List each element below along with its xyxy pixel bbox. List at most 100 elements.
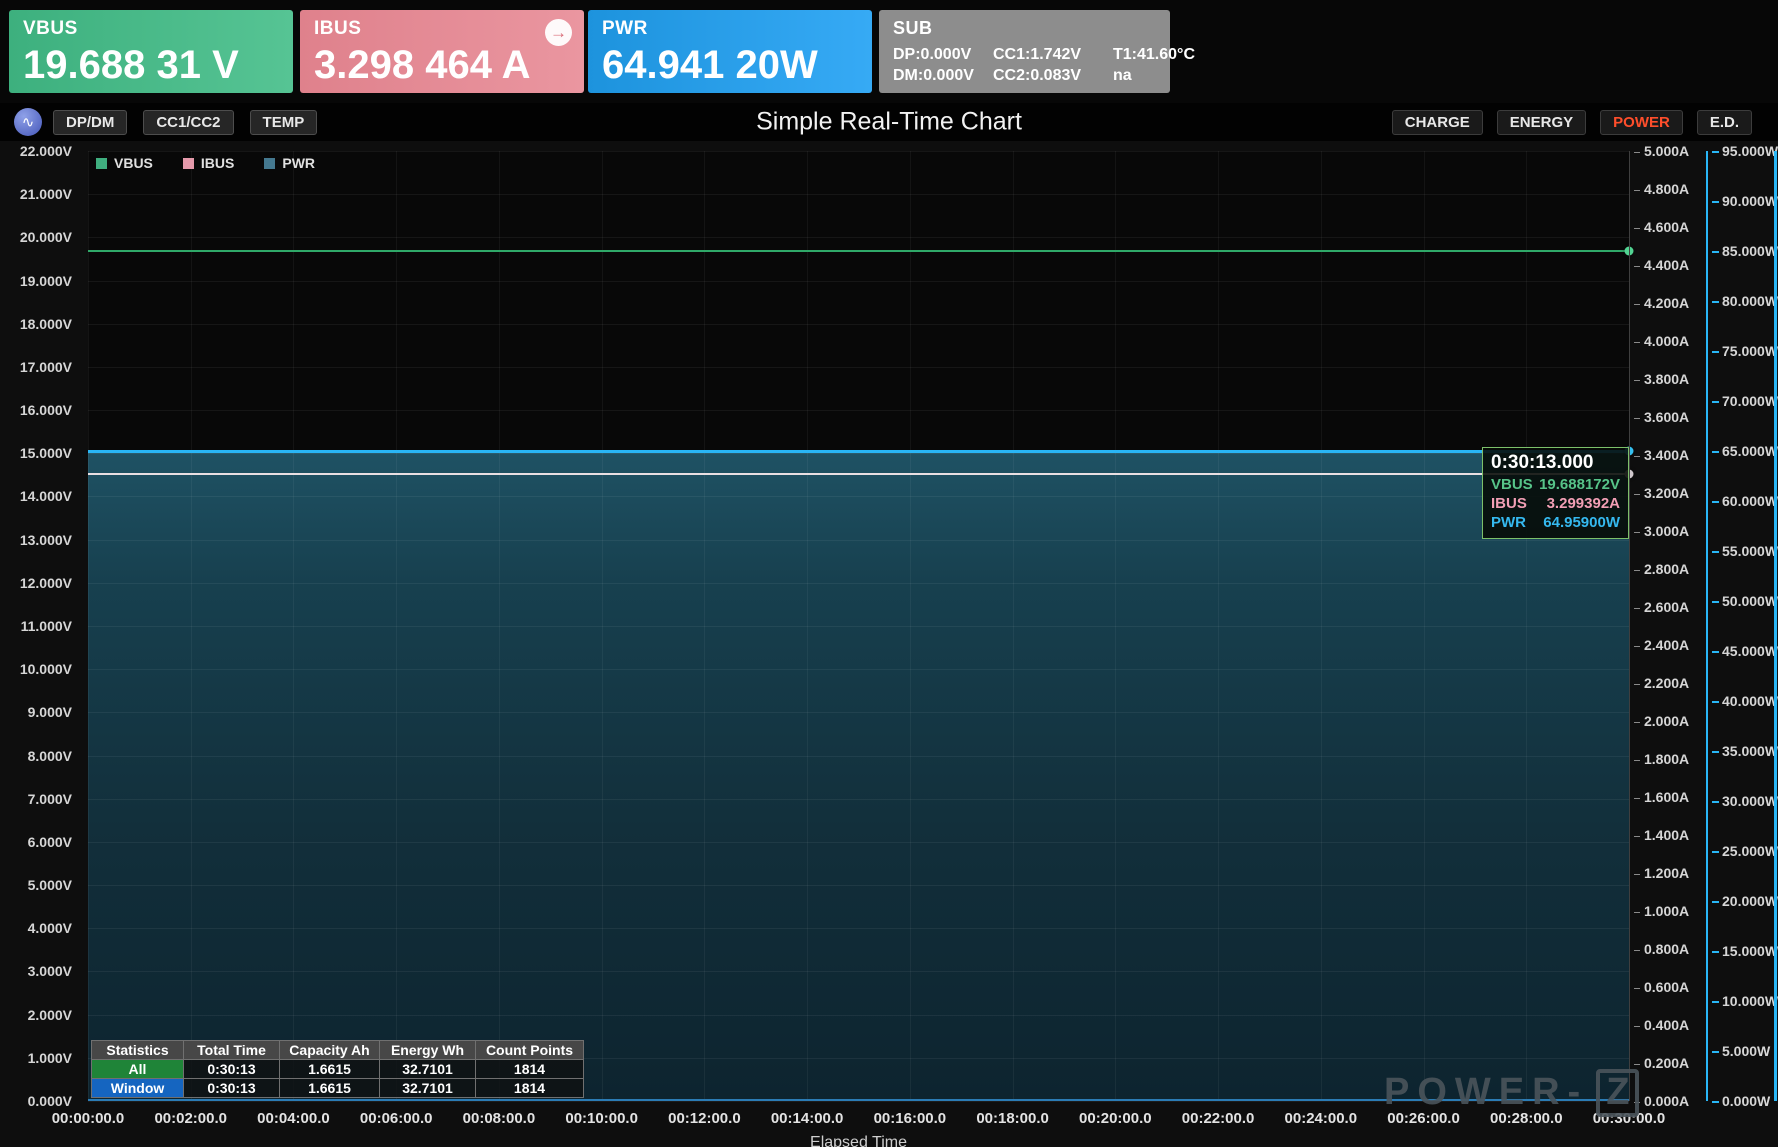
current-tick-label: 3.800A bbox=[1634, 371, 1689, 387]
ibus-card: IBUS → 3.298 464 A bbox=[300, 10, 584, 93]
tab-temp[interactable]: TEMP bbox=[249, 109, 318, 135]
voltage-tick-label: 22.000V bbox=[19, 143, 72, 159]
power-tick-label: 25.000W bbox=[1712, 843, 1778, 859]
tooltip-row-ibus: IBUS 3.299392A bbox=[1491, 494, 1620, 512]
left-tabs: DP/DM CC1/CC2 TEMP bbox=[53, 103, 318, 141]
current-tick-label: 5.000A bbox=[1634, 143, 1689, 159]
stats-cell: 1.6615 bbox=[279, 1059, 380, 1079]
chart-title: Simple Real-Time Chart bbox=[756, 107, 1022, 136]
stats-row-all: All 0:30:13 1.6615 32.7101 1814 bbox=[91, 1059, 584, 1079]
voltage-tick-label: 2.000V bbox=[27, 1006, 72, 1023]
ibus-line bbox=[88, 473, 1629, 476]
tab-energy[interactable]: ENERGY bbox=[1496, 109, 1587, 135]
voltage-tick-label: 14.000V bbox=[19, 488, 72, 505]
current-tick-label: 2.400A bbox=[1634, 637, 1689, 653]
x-tick-label: 00:08:00.0 bbox=[462, 1110, 536, 1127]
current-tick-label: 3.600A bbox=[1634, 409, 1689, 425]
tab-e-d[interactable]: E.D. bbox=[1696, 109, 1752, 135]
voltage-tick-label: 17.000V bbox=[19, 358, 72, 375]
sub-t1-value: T1:41.60°C bbox=[1113, 46, 1195, 63]
stats-row-toggle-window[interactable]: Window bbox=[91, 1078, 184, 1098]
current-tick-label: 3.000A bbox=[1634, 523, 1689, 539]
stats-row-toggle-all[interactable]: All bbox=[91, 1059, 184, 1079]
right-tabs: CHARGE ENERGY POWER E.D. bbox=[1391, 103, 1752, 141]
x-tick-label: 00:22:00.0 bbox=[1181, 1110, 1255, 1127]
current-tick-label: 0.600A bbox=[1634, 979, 1689, 995]
current-tick-label: 2.200A bbox=[1634, 675, 1689, 691]
legend-item-pwr[interactable]: PWR bbox=[264, 155, 315, 171]
legend-item-ibus[interactable]: IBUS bbox=[182, 155, 235, 171]
vbus-card-label: VBUS bbox=[23, 18, 78, 39]
chart-area: 22.000V 21.000V 20.000V 19.000V 18.000V 17.00… bbox=[0, 141, 1778, 1147]
wave-app-icon[interactable]: ∿ bbox=[14, 108, 42, 136]
vbus-line bbox=[88, 249, 1629, 252]
voltage-tick-label: 0.000V bbox=[27, 1093, 72, 1109]
current-tick-label: 4.800A bbox=[1634, 181, 1689, 197]
x-tick-label: 00:16:00.0 bbox=[873, 1110, 947, 1127]
stats-cell: 1.6615 bbox=[279, 1078, 380, 1098]
sub-dm-value: DM:0.000V bbox=[893, 67, 974, 84]
voltage-tick-label: 19.000V bbox=[19, 272, 72, 289]
header-bar: VBUS 19.688 31 V IBUS → 3.298 464 A PWR … bbox=[0, 0, 1778, 103]
axis-current: 5.000A 4.800A 4.600A 4.400A 4.200A 4.000A 3.80… bbox=[1634, 143, 1706, 1109]
arrow-right-icon[interactable]: → bbox=[545, 19, 572, 46]
current-tick-label: 0.000A bbox=[1634, 1093, 1689, 1109]
axis-voltage: 22.000V 21.000V 20.000V 19.000V 18.000V 17.00… bbox=[0, 143, 80, 1109]
ibus-card-label: IBUS bbox=[314, 18, 362, 39]
legend-item-vbus[interactable]: VBUS bbox=[96, 155, 153, 171]
plot-area[interactable] bbox=[88, 151, 1634, 1102]
power-tick-label: 90.000W bbox=[1712, 193, 1778, 209]
pwr-card-value: 64.941 20W bbox=[602, 43, 818, 87]
toolbar: ∿ DP/DM CC1/CC2 TEMP Simple Real-Time Char… bbox=[0, 103, 1778, 141]
tooltip-row-vbus: VBUS 19.688172V bbox=[1491, 476, 1620, 493]
sub-card-label: SUB bbox=[893, 18, 933, 38]
current-tick-label: 2.000A bbox=[1634, 713, 1689, 729]
current-tick-label: 0.800A bbox=[1634, 941, 1689, 957]
tab-cc1-cc2[interactable]: CC1/CC2 bbox=[143, 109, 234, 135]
power-tick-label: 80.000W bbox=[1712, 293, 1778, 309]
x-tick-label: 00:18:00.0 bbox=[976, 1110, 1049, 1127]
stats-header-cell: Capacity Ah bbox=[279, 1040, 380, 1060]
tooltip-rows: VBUS 19.688172V IBUS 3.299392A PWR 64.95900W bbox=[1491, 476, 1620, 532]
tab-power[interactable]: POWER bbox=[1600, 109, 1683, 135]
legend-label: IBUS bbox=[200, 155, 235, 171]
stats-header-cell: Count Points bbox=[475, 1040, 584, 1060]
power-axis-line bbox=[1706, 151, 1708, 1101]
voltage-tick-label: 9.000V bbox=[27, 704, 72, 721]
tab-dp-dm[interactable]: DP/DM bbox=[53, 109, 128, 135]
current-tick-label: 4.400A bbox=[1634, 257, 1689, 273]
sub-cc2-value: CC2:0.083V bbox=[993, 67, 1082, 84]
current-tick-label: 4.000A bbox=[1634, 333, 1689, 349]
power-tick-label: 40.000W bbox=[1712, 693, 1778, 709]
power-tick-label: 20.000W bbox=[1712, 893, 1778, 909]
current-tick-label: 4.600A bbox=[1634, 219, 1689, 235]
x-tick-label: 00:10:00.0 bbox=[565, 1110, 638, 1127]
power-tick-label: 0.000W bbox=[1712, 1093, 1770, 1109]
power-tick-label: 10.000W bbox=[1712, 993, 1778, 1009]
tab-charge[interactable]: CHARGE bbox=[1391, 109, 1483, 135]
power-tick-label: 30.000W bbox=[1712, 793, 1778, 809]
stats-cell: 1814 bbox=[475, 1059, 584, 1079]
pwr-line bbox=[88, 449, 1629, 453]
chart-tooltip: 0:30:13.000 VBUS 19.688172V IBUS 3.299392A P… bbox=[1482, 447, 1629, 540]
voltage-tick-label: 1.000V bbox=[27, 1049, 72, 1066]
sub-dp-value: DP:0.000V bbox=[893, 46, 972, 63]
watermark-z-logo: Z bbox=[1596, 1069, 1640, 1117]
chart-legend: VBUS IBUS PWR bbox=[96, 155, 315, 171]
x-tick-label: 00:14:00.0 bbox=[770, 1110, 844, 1127]
power-tick-label: 70.000W bbox=[1712, 393, 1778, 409]
vbus-card: VBUS 19.688 31 V bbox=[9, 10, 293, 93]
power-tick-label: 85.000W bbox=[1712, 243, 1778, 259]
vbus-card-value: 19.688 31 V bbox=[23, 43, 239, 87]
voltage-tick-label: 7.000V bbox=[27, 790, 72, 807]
stats-cell: 1814 bbox=[475, 1078, 584, 1098]
stats-cell: 0:30:13 bbox=[183, 1059, 280, 1079]
power-tick-label: 60.000W bbox=[1712, 493, 1778, 509]
series-layer bbox=[88, 151, 1634, 1101]
x-tick-label: 00:00:00.0 bbox=[51, 1110, 125, 1127]
legend-swatch bbox=[264, 157, 276, 169]
voltage-tick-label: 6.000V bbox=[27, 833, 72, 850]
power-tick-label: 5.000W bbox=[1712, 1043, 1770, 1059]
voltage-tick-label: 5.000V bbox=[27, 877, 72, 894]
x-tick-label: 00:04:00.0 bbox=[257, 1110, 330, 1127]
